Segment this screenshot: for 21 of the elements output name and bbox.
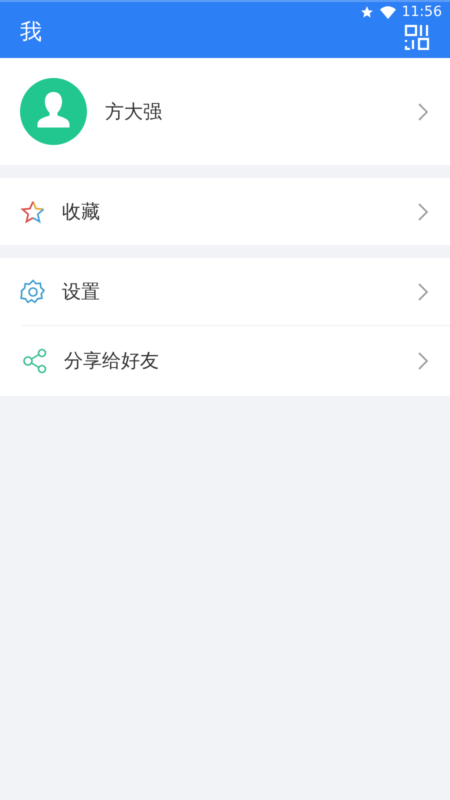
chevron-icon bbox=[418, 102, 428, 120]
page-title: 我 bbox=[20, 19, 42, 47]
chevron-icon bbox=[418, 282, 428, 300]
menu-label: 设置 bbox=[62, 280, 101, 304]
star-icon bbox=[360, 5, 374, 19]
menu-label: 分享给好友 bbox=[64, 349, 160, 374]
qr-code-icon[interactable] bbox=[404, 24, 430, 50]
star-icon bbox=[20, 198, 46, 224]
wifi-icon bbox=[380, 6, 396, 18]
menu-item[interactable]: 分享给好友 bbox=[22, 325, 450, 396]
profile-row[interactable]: 方大强 bbox=[0, 58, 450, 165]
avatar-icon bbox=[20, 78, 87, 145]
user-name: 方大强 bbox=[105, 100, 163, 124]
status-time: 11:56 bbox=[402, 4, 442, 20]
settings-icon bbox=[20, 278, 46, 304]
chevron-icon bbox=[418, 202, 428, 220]
menu-item[interactable]: 设置 bbox=[0, 258, 450, 325]
share-icon bbox=[22, 348, 48, 374]
menu-item[interactable]: 收藏 bbox=[0, 178, 450, 245]
chevron-icon bbox=[418, 352, 428, 370]
menu-label: 收藏 bbox=[62, 200, 101, 224]
